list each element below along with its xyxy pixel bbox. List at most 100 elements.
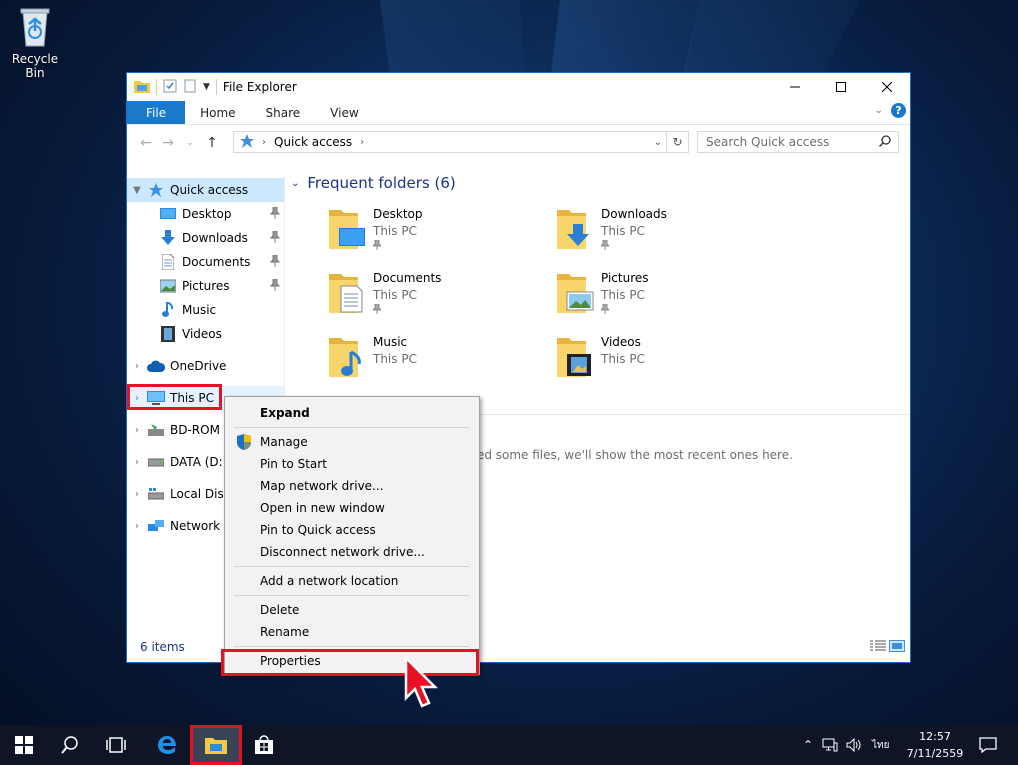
tab-share[interactable]: Share	[251, 101, 316, 124]
notification-icon	[979, 737, 997, 753]
tab-file[interactable]: File	[127, 101, 186, 124]
refresh-icon[interactable]: ↻	[666, 131, 688, 153]
menu-item-delete[interactable]: Delete	[227, 599, 477, 621]
close-icon	[882, 82, 892, 92]
address-dropdown-icon[interactable]: ⌄	[654, 137, 662, 148]
nav-label: Desktop	[182, 207, 232, 221]
menu-separator	[234, 595, 469, 596]
collapsed-chevron-icon[interactable]: ›	[127, 425, 147, 436]
frequent-folders-header[interactable]: ⌄ Frequent folders (6)	[291, 174, 456, 192]
group-title: Frequent folders (6)	[307, 174, 456, 192]
nav-item-pictures[interactable]: Pictures	[127, 274, 284, 298]
search-box[interactable]: Search Quick access	[697, 131, 899, 153]
edge-taskbar-button[interactable]	[143, 725, 191, 765]
breadcrumb-quick-access[interactable]: Quick access	[274, 135, 352, 149]
folder-location: This PC	[373, 224, 417, 238]
search-taskbar-button[interactable]	[46, 725, 94, 765]
pin-icon	[269, 230, 281, 246]
properties-quick-icon[interactable]	[163, 79, 177, 96]
folder-tile-pictures[interactable]: Pictures This PC	[555, 270, 775, 324]
folder-tile-videos[interactable]: Videos This PC	[555, 334, 775, 388]
nav-label: DATA (D:)	[170, 455, 228, 469]
tab-home[interactable]: Home	[185, 101, 250, 124]
up-arrow-icon[interactable]: ↑	[201, 135, 223, 151]
start-button[interactable]	[0, 725, 48, 765]
folder-tile-desktop[interactable]: Desktop This PC	[327, 206, 547, 260]
context-menu: Expand Manage Pin to Start Map network d…	[224, 396, 480, 675]
crumb-separator-icon-2[interactable]: ›	[360, 137, 364, 148]
downloads-folder-icon	[555, 206, 595, 250]
tab-view[interactable]: View	[315, 101, 373, 124]
help-icon[interactable]: ?	[891, 103, 906, 118]
nav-item-desktop[interactable]: Desktop	[127, 202, 284, 226]
store-taskbar-button[interactable]	[240, 725, 288, 765]
group-collapse-chevron-icon[interactable]: ⌄	[291, 178, 299, 189]
collapsed-chevron-icon[interactable]: ›	[127, 361, 147, 372]
folder-tile-music[interactable]: Music This PC	[327, 334, 547, 388]
videos-folder-icon	[555, 334, 595, 378]
collapsed-chevron-icon[interactable]: ›	[127, 489, 147, 500]
edge-browser-icon	[158, 736, 176, 754]
menu-item-add-network-location[interactable]: Add a network location	[227, 570, 477, 592]
pinned-icon	[371, 239, 423, 253]
recycle-bin-shortcut[interactable]: Recycle Bin	[4, 4, 66, 80]
details-view-icon[interactable]	[870, 640, 886, 655]
large-icons-view-icon[interactable]	[889, 640, 905, 655]
menu-item-pin-to-start[interactable]: Pin to Start	[227, 453, 477, 475]
title-bar[interactable]: ▼ File Explorer	[127, 73, 910, 101]
menu-item-rename[interactable]: Rename	[227, 621, 477, 643]
collapsed-chevron-icon[interactable]: ›	[127, 457, 147, 468]
menu-item-map-network-drive[interactable]: Map network drive...	[227, 475, 477, 497]
nav-label: This PC	[170, 391, 214, 405]
new-folder-quick-icon[interactable]	[183, 79, 197, 96]
network-status-icon[interactable]	[818, 738, 842, 752]
address-bar[interactable]: › Quick access › ⌄ ↻	[233, 131, 689, 153]
back-arrow-icon[interactable]: ←	[135, 135, 157, 151]
folder-tile-documents[interactable]: Documents This PC	[327, 270, 547, 324]
nav-item-documents[interactable]: Documents	[127, 250, 284, 274]
address-row: ← → ⌄ ↑ › Quick access › ⌄ ↻ Search Quic…	[127, 125, 910, 161]
local-disk-icon	[147, 486, 165, 502]
folder-name: Pictures	[601, 271, 649, 285]
menu-item-open-new-window[interactable]: Open in new window	[227, 497, 477, 519]
windows-logo-icon	[15, 736, 33, 754]
expand-ribbon-icon[interactable]: ⌄	[875, 105, 883, 116]
search-icon	[878, 135, 891, 150]
collapsed-chevron-icon[interactable]: ›	[127, 521, 147, 532]
menu-item-manage[interactable]: Manage	[227, 431, 477, 453]
desktop-icon	[159, 206, 177, 222]
nav-item-downloads[interactable]: Downloads	[127, 226, 284, 250]
nav-label: Documents	[182, 255, 251, 269]
collapsed-chevron-icon[interactable]: ›	[127, 393, 147, 404]
action-center-button[interactable]	[964, 725, 1012, 765]
crumb-separator-icon: ›	[262, 136, 266, 148]
recent-locations-icon[interactable]: ⌄	[179, 138, 201, 148]
search-placeholder: Search Quick access	[706, 135, 830, 149]
drive-icon	[147, 454, 165, 470]
clock[interactable]: 12:57 7/11/2559	[900, 728, 970, 762]
input-language-indicator[interactable]: ไทย	[872, 738, 889, 753]
nav-label: Pictures	[182, 279, 230, 293]
task-view-button[interactable]	[92, 725, 140, 765]
menu-item-expand[interactable]: Expand	[227, 402, 477, 424]
nav-item-videos[interactable]: Videos	[127, 322, 284, 346]
ribbon-tabs: File Home Share View ⌄ ?	[127, 101, 910, 125]
minimize-button[interactable]	[772, 73, 818, 101]
forward-arrow-icon[interactable]: →	[157, 135, 179, 151]
nav-item-onedrive[interactable]: › OneDrive	[127, 354, 284, 378]
maximize-button[interactable]	[818, 73, 864, 101]
menu-item-pin-quick-access[interactable]: Pin to Quick access	[227, 519, 477, 541]
nav-item-quick-access[interactable]: ▼ Quick access	[127, 178, 284, 202]
pin-icon	[269, 278, 281, 294]
menu-item-disconnect-network-drive[interactable]: Disconnect network drive...	[227, 541, 477, 563]
close-button[interactable]	[864, 73, 910, 101]
volume-icon[interactable]	[842, 738, 866, 752]
expanded-chevron-icon[interactable]: ▼	[127, 185, 147, 196]
nav-label: OneDrive	[170, 359, 227, 373]
customize-toolbar-icon[interactable]: ▼	[203, 82, 210, 92]
folder-tile-downloads[interactable]: Downloads This PC	[555, 206, 775, 260]
show-hidden-icons-icon[interactable]: ⌃	[798, 738, 818, 752]
nav-label: Quick access	[170, 183, 249, 197]
nav-item-music[interactable]: Music	[127, 298, 284, 322]
file-explorer-taskbar-button[interactable]	[192, 725, 240, 765]
